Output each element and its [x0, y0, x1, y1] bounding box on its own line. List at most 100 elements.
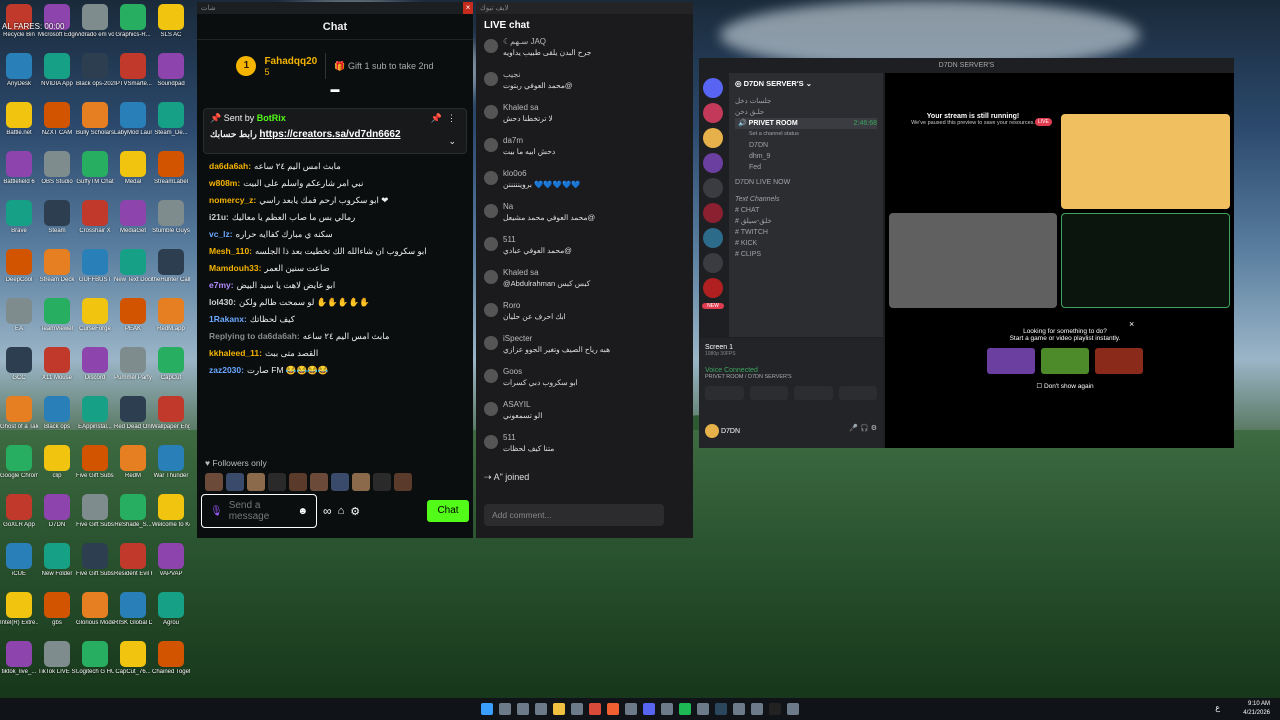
avatar[interactable]	[484, 138, 498, 152]
live-comment[interactable]: iSpecter هبه رياح الصيف وتغير الجوو عزازي	[476, 334, 693, 367]
text-channel[interactable]: # خلق-سيلق	[735, 216, 877, 227]
taskbar-app-icon[interactable]	[733, 703, 745, 715]
desktop-shortcut[interactable]: War Thunder	[152, 445, 190, 480]
desktop-shortcut[interactable]: Five Gift Subs-2025...	[76, 543, 114, 578]
avatar[interactable]	[373, 473, 391, 491]
desktop-shortcut[interactable]: TikTok LIVE Studio	[38, 641, 76, 676]
desktop-shortcut[interactable]: iCUE	[0, 543, 38, 578]
avatar[interactable]	[484, 171, 498, 185]
server-icon[interactable]	[703, 253, 723, 273]
desktop-shortcut[interactable]: EA	[0, 298, 38, 333]
live-comment[interactable]: 511 محمد العوفي عبادي@	[476, 235, 693, 268]
discord-titlebar[interactable]: D7DN SERVER'S	[699, 58, 1234, 73]
windows-start-icon[interactable]	[481, 703, 493, 715]
chat-username[interactable]: vc_lz:	[209, 229, 233, 239]
channel-privet-room[interactable]: 🔊 PRIVET ROOM 2:46:68	[735, 118, 877, 129]
chat-username[interactable]: Mesh_110:	[209, 246, 252, 256]
desktop-shortcut[interactable]: Graphics-R...	[114, 4, 152, 39]
chat-message[interactable]: vc_lz: سكنه ي مبارك كفاايه حراره	[209, 226, 461, 243]
taskbar-app-icon[interactable]	[661, 703, 673, 715]
desktop-shortcut[interactable]: Stream Deck	[38, 249, 76, 284]
chat-username[interactable]: 1Rakanx:	[209, 314, 247, 324]
desktop-shortcut[interactable]: Steam	[38, 200, 76, 235]
desktop-shortcut[interactable]: Agrou	[152, 592, 190, 627]
chat-username[interactable]: lol430:	[209, 297, 236, 307]
desktop-shortcut[interactable]: clip	[38, 445, 76, 480]
text-channel[interactable]: # CLIPS	[735, 249, 877, 260]
chat-message[interactable]: i21u: رمالي بس ما صاب العظم يا معاليك	[209, 209, 461, 226]
chat-message[interactable]: zaz2030: صارت FM 😂😂😂😂	[209, 362, 461, 379]
desktop-shortcut[interactable]: CapCut	[152, 347, 190, 382]
desktop-shortcut[interactable]: Chained Together	[152, 641, 190, 676]
desktop-shortcut[interactable]: VAPVAP	[152, 543, 190, 578]
desktop-shortcut[interactable]: RedM.app	[152, 298, 190, 333]
desktop-shortcut[interactable]: Battlefield 6	[0, 151, 38, 186]
camera-button[interactable]	[705, 386, 744, 400]
close-icon[interactable]: ×	[463, 2, 473, 14]
desktop-shortcut[interactable]: tiktok_live_...	[0, 641, 38, 676]
avatar[interactable]	[352, 473, 370, 491]
language-indicator[interactable]: ع	[1215, 703, 1220, 712]
channel-welcome[interactable]: حلـق دخن	[735, 107, 877, 118]
taskbar-app-icon[interactable]	[751, 703, 763, 715]
desktop-shortcut[interactable]: theHunter Call of t...	[152, 249, 190, 284]
chat-message[interactable]: w808m: نبي امر شارعكم واسلم على البيت	[209, 175, 461, 192]
send-message-input[interactable]: 🎙 Send a message ☻	[201, 494, 317, 528]
live-comment[interactable]: نجيب محمد العوفي ربتوت@	[476, 70, 693, 103]
server-icon[interactable]	[703, 103, 723, 123]
steam-icon[interactable]	[715, 703, 727, 715]
avatar[interactable]	[310, 473, 328, 491]
voice-member[interactable]: D7DN	[735, 140, 877, 151]
server-icon[interactable]	[703, 203, 723, 223]
live-comment[interactable]: 511 متنا كيف لحظات	[476, 433, 693, 466]
voice-member[interactable]: Fed	[735, 162, 877, 173]
chrome-icon[interactable]	[589, 703, 601, 715]
avatar[interactable]	[484, 402, 498, 416]
avatar[interactable]	[484, 204, 498, 218]
desktop-shortcut[interactable]: Five Gift Subs (1)	[76, 445, 114, 480]
server-icon[interactable]	[703, 153, 723, 173]
chat-username[interactable]: Replying to da6da6ah:	[209, 331, 300, 341]
avatar[interactable]	[247, 473, 265, 491]
collapse-icon[interactable]: ▬	[197, 84, 473, 94]
desktop-shortcut[interactable]: RISK Global Domination	[114, 592, 152, 627]
desktop-shortcut[interactable]: DeepCool	[0, 249, 38, 284]
desktop-shortcut[interactable]: GUFFBUST	[76, 249, 114, 284]
category-voice[interactable]: جلسات دخل	[735, 96, 877, 107]
gear-icon[interactable]: ⚙	[350, 505, 360, 518]
avatar[interactable]	[484, 39, 498, 53]
text-channel[interactable]: # KICK	[735, 238, 877, 249]
desktop-shortcut[interactable]: MediaGet	[114, 200, 152, 235]
screen-share-button[interactable]	[749, 386, 788, 400]
soundboard-button[interactable]	[838, 386, 877, 400]
desktop-shortcut[interactable]: Five Gift Subs	[76, 494, 114, 529]
live-comment[interactable]: Goos ابو سكروب دبي كسرات	[476, 367, 693, 400]
avatar[interactable]	[484, 336, 498, 350]
voice-member[interactable]: dhm_9	[735, 151, 877, 162]
desktop-shortcut[interactable]: New Folder	[38, 543, 76, 578]
chevron-down-icon[interactable]: ⌄	[448, 136, 456, 147]
desktop-shortcut[interactable]: IPTVSmarte...	[114, 53, 152, 88]
chat-username[interactable]: Mamdouh33:	[209, 263, 261, 273]
desktop-shortcut[interactable]: ReShade_S...	[114, 494, 152, 529]
chat-username[interactable]: kkhaleed_11:	[209, 348, 262, 358]
taskbar-app-icon[interactable]	[571, 703, 583, 715]
desktop-shortcut[interactable]: Ghost of a Tale	[0, 396, 38, 431]
user-controls[interactable]: 🎤 🎧 ⚙	[849, 424, 877, 432]
desktop-shortcut[interactable]: GoXLR App	[0, 494, 38, 529]
chat-message[interactable]: Mesh_110: ابو سكروب ان شاءالله الك تخطيت …	[209, 243, 461, 260]
tiktok-icon[interactable]	[769, 703, 781, 715]
chat-message[interactable]: lol430: لو سمحت ظالم ولكن ✋✋✋✋✋	[209, 294, 461, 311]
user-tile[interactable]	[889, 213, 1057, 308]
avatar[interactable]	[205, 473, 223, 491]
desktop-shortcut[interactable]: Google Chrome	[0, 445, 38, 480]
chat-message[interactable]: nomercy_z: ابو سكروب ارحم فمك يابعد راسي …	[209, 192, 461, 209]
desktop-shortcut[interactable]: Brave	[0, 200, 38, 235]
desktop-shortcut[interactable]: GCC	[0, 347, 38, 382]
taskbar-app-icon[interactable]	[787, 703, 799, 715]
activity-card[interactable]	[1041, 348, 1089, 374]
folder-icon[interactable]	[553, 703, 565, 715]
desktop-shortcut[interactable]: LabyMod Launcher	[114, 102, 152, 137]
pinned-link[interactable]: https://creators.sa/vd7dn6662	[259, 129, 400, 140]
live-comment[interactable]: Na محمد العوفي محمد مشيعل@	[476, 202, 693, 235]
